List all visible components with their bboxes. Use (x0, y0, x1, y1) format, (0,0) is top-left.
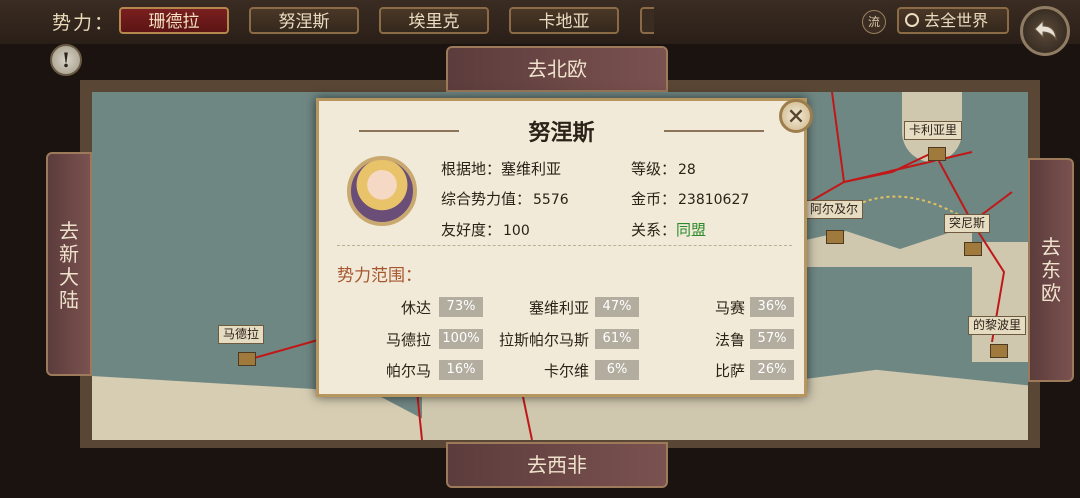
territory-name: 卡尔维 (543, 362, 589, 380)
relation-value: 同盟 (676, 221, 707, 239)
avatar (347, 156, 417, 226)
friend-row: 友好度： 100 (441, 219, 530, 240)
nav-new-world-label: 去新大陆 (59, 219, 79, 312)
nav-east-europe-label: 去东欧 (1041, 235, 1061, 305)
relation-row: 关系：同盟 (631, 219, 706, 240)
power-value: 5576 (533, 192, 569, 208)
city-icon-cagliari[interactable] (928, 147, 946, 161)
base-value: 塞维利亚 (501, 160, 562, 178)
territory-name: 比萨 (714, 362, 745, 380)
territory-title: 势力范围： (337, 266, 422, 286)
city-label-madeira[interactable]: 马德拉 (218, 325, 265, 344)
friend-value: 100 (503, 223, 530, 239)
territory-name: 塞维利亚 (528, 299, 589, 317)
faction-label: 势力： (52, 12, 116, 34)
territory-name: 帕尔马 (385, 362, 431, 380)
city-icon-madeira[interactable] (238, 352, 256, 366)
tab-overflow[interactable] (640, 7, 654, 34)
relation-label: 关系： (631, 221, 677, 239)
city-label-algiers[interactable]: 阿尔及尔 (805, 200, 864, 219)
close-icon[interactable]: × (779, 99, 813, 133)
territory-percent: 26% (750, 360, 794, 380)
city-icon-tunis[interactable] (964, 242, 982, 256)
territory-name: 马德拉 (385, 331, 431, 349)
nav-east-europe[interactable]: 去东欧 (1028, 158, 1074, 382)
tab-cartier[interactable]: 卡地亚 (509, 7, 619, 34)
faction-info-dialog: 努涅斯 × 根据地：塞维利亚 等级： 28 综合势力值： 5576 金币： 23810… (316, 98, 813, 397)
gold-row: 金币： 23810627 (631, 188, 749, 209)
territory-percent: 57% (750, 329, 794, 349)
territory-name: 马赛 (714, 299, 745, 317)
level-value: 28 (678, 162, 696, 178)
search-icon (905, 13, 919, 27)
territory-name: 拉斯帕尔马斯 (498, 331, 589, 349)
gold-label: 金币： (631, 190, 677, 208)
tab-nunes[interactable]: 努涅斯 (249, 7, 359, 34)
alert-icon[interactable]: ! (50, 44, 82, 76)
nav-north-europe[interactable]: 去北欧 (446, 46, 668, 92)
liu-button[interactable]: 流 (862, 10, 886, 34)
territory-name: 休达 (400, 299, 431, 317)
tab-shandela[interactable]: 珊德拉 (119, 7, 229, 34)
gold-value: 23810627 (678, 192, 750, 208)
back-button[interactable] (1020, 6, 1070, 56)
friend-label: 友好度： (441, 221, 502, 239)
power-row: 综合势力值： 5576 (441, 188, 569, 209)
dialog-title: 努涅斯 (528, 120, 595, 146)
level-row: 等级： 28 (631, 158, 696, 179)
world-button[interactable]: 去全世界 (897, 7, 1009, 34)
base-label: 根据地： (441, 160, 502, 178)
territory-percent: 36% (750, 297, 794, 317)
nav-new-world[interactable]: 去新大陆 (46, 152, 92, 376)
tab-eric[interactable]: 埃里克 (379, 7, 489, 34)
city-label-tunis[interactable]: 突尼斯 (944, 214, 991, 233)
city-icon-algiers[interactable] (826, 230, 844, 244)
city-label-cagliari[interactable]: 卡利亚里 (904, 121, 963, 140)
city-icon-tripoli[interactable] (990, 344, 1008, 358)
nav-west-africa[interactable]: 去西非 (446, 442, 668, 488)
power-label: 综合势力值： (441, 190, 532, 208)
divider (337, 245, 792, 246)
territory-name: 法鲁 (714, 331, 745, 349)
city-label-tripoli[interactable]: 的黎波里 (968, 316, 1027, 335)
base-row: 根据地：塞维利亚 (441, 158, 561, 179)
level-label: 等级： (631, 160, 677, 178)
world-button-label: 去全世界 (924, 11, 989, 30)
back-arrow-icon (1034, 19, 1057, 41)
